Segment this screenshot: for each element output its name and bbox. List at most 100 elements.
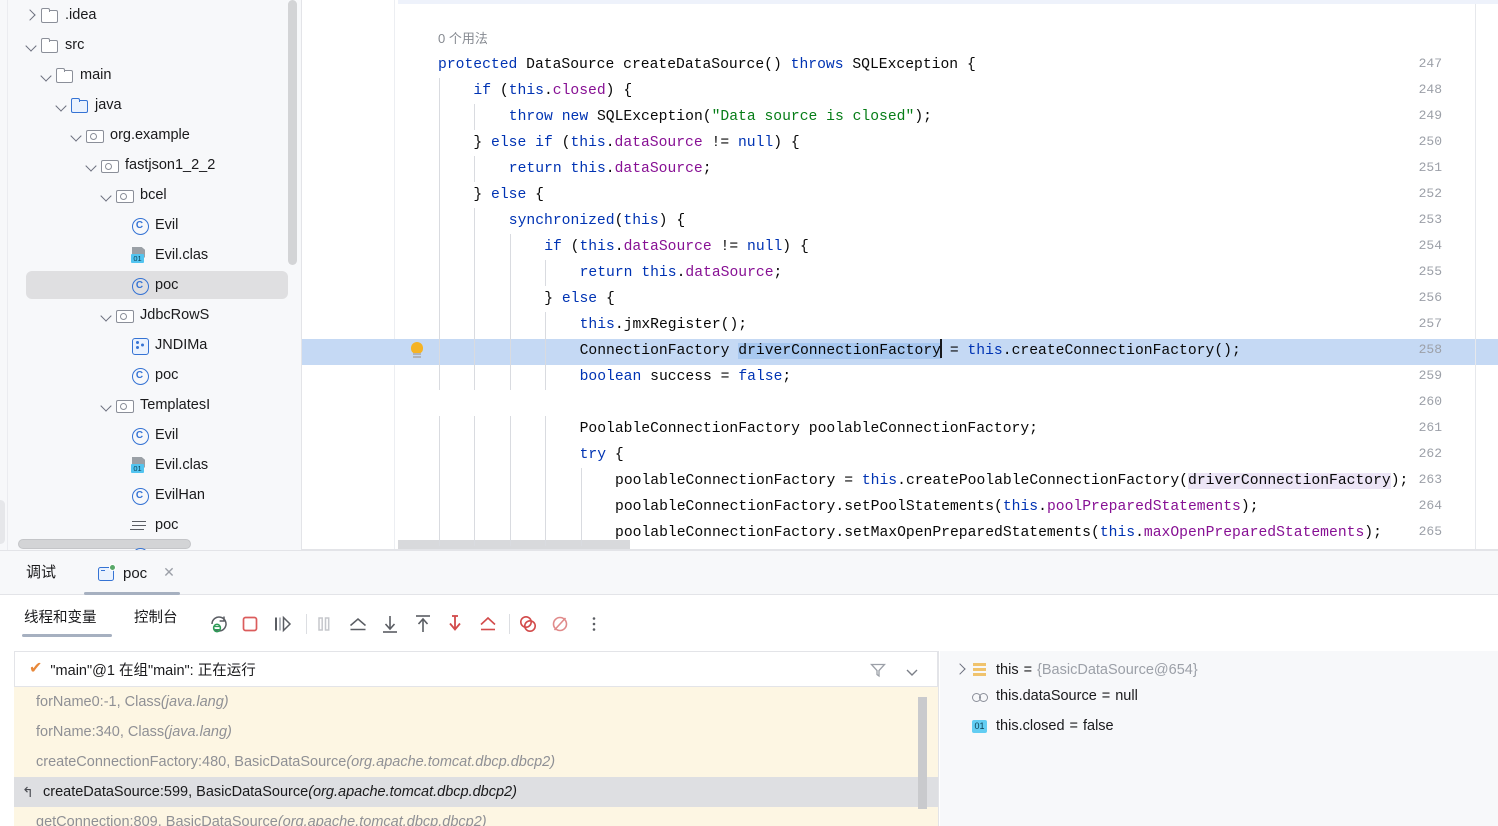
stop-button[interactable] bbox=[239, 613, 261, 635]
boolean-icon bbox=[970, 717, 990, 735]
tree-item-label: EvilHan bbox=[155, 487, 205, 503]
chevron-right-icon[interactable] bbox=[950, 660, 970, 680]
tree-item-jndima[interactable]: JNDIMa bbox=[8, 330, 294, 360]
usage-hint[interactable]: 0 个用法 bbox=[398, 26, 488, 52]
chevron-down-icon[interactable] bbox=[98, 307, 115, 324]
project-tree-list[interactable]: .idea src main java org.example fastjson1_2_2… bbox=[8, 0, 294, 550]
tree-item-label: main bbox=[80, 67, 112, 83]
frames-variables-divider[interactable] bbox=[938, 651, 939, 826]
rerun-debug-button[interactable] bbox=[208, 613, 230, 635]
code-line-251[interactable]: return this.dataSource; bbox=[398, 156, 712, 182]
resume-program-button[interactable] bbox=[271, 613, 293, 635]
chevron-down-icon[interactable] bbox=[68, 127, 85, 144]
show-execution-point-button[interactable] bbox=[347, 613, 369, 635]
tree-item-src[interactable]: src bbox=[8, 30, 294, 60]
code-line-258[interactable]: ConnectionFactory driverConnectionFactor… bbox=[398, 338, 1241, 364]
chevron-down-icon[interactable] bbox=[905, 664, 919, 676]
code-line-252[interactable]: } else { bbox=[398, 182, 544, 208]
tree-item-main[interactable]: main bbox=[8, 60, 294, 90]
filter-icon[interactable] bbox=[869, 661, 887, 679]
folder-icon bbox=[55, 67, 74, 84]
call-stack-frames-list[interactable]: forName0:-1, Class (java.lang) forName:34… bbox=[14, 687, 938, 826]
editor-gutter[interactable] bbox=[302, 0, 398, 550]
code-line-250[interactable]: } else if (this.dataSource != null) { bbox=[398, 130, 799, 156]
stack-frame-row[interactable]: getConnection:809, BasicDataSource (org.… bbox=[14, 807, 938, 826]
force-step-into-button[interactable] bbox=[444, 613, 466, 635]
tree-item-fastjson1-2-2[interactable]: fastjson1_2_2 bbox=[8, 150, 294, 180]
tree-item--idea[interactable]: .idea bbox=[8, 0, 294, 30]
tree-item-poc[interactable]: poc bbox=[8, 270, 294, 300]
stack-frame-package: (org.apache.tomcat.dbcp.dbcp2) bbox=[346, 754, 556, 770]
step-over-button[interactable] bbox=[379, 613, 401, 635]
code-line-247[interactable]: protected DataSource createDataSource() … bbox=[398, 52, 976, 78]
view-breakpoints-button[interactable] bbox=[549, 613, 571, 635]
tree-item-label: bcel bbox=[140, 187, 167, 203]
tool-window-resize-handle[interactable] bbox=[0, 500, 5, 544]
code-line-255[interactable]: return this.dataSource; bbox=[398, 260, 783, 286]
close-icon[interactable]: ✕ bbox=[162, 565, 176, 579]
code-line-256[interactable]: } else { bbox=[398, 286, 615, 312]
pause-program-button[interactable] bbox=[313, 613, 335, 635]
chevron-down-icon[interactable] bbox=[53, 97, 70, 114]
code-line-259[interactable]: boolean success = false; bbox=[398, 364, 792, 390]
indent-guide bbox=[580, 468, 582, 494]
tree-item-evil[interactable]: Evil bbox=[8, 210, 294, 240]
right-margin-line bbox=[1475, 4, 1476, 550]
tree-item-java[interactable]: java bbox=[8, 90, 294, 120]
code-text-area[interactable]: 0 个用法 protected DataSource createDataSour… bbox=[398, 0, 1498, 550]
tree-item-poc[interactable]: poc bbox=[8, 360, 294, 390]
code-line-262[interactable]: try { bbox=[398, 442, 624, 468]
chevron-down-icon[interactable] bbox=[83, 157, 100, 174]
code-line-254[interactable]: if (this.dataSource != null) { bbox=[398, 234, 809, 260]
chevron-down-icon[interactable] bbox=[98, 187, 115, 204]
variable-row[interactable]: this.closed=false bbox=[940, 711, 1498, 741]
chevron-right-icon[interactable] bbox=[23, 7, 40, 24]
tab-threads-and-variables[interactable]: 线程和变量 bbox=[24, 606, 97, 627]
tab-poc[interactable]: poc bbox=[84, 551, 161, 595]
code-editor[interactable]: 2462472482492502512522532542552562572582… bbox=[302, 0, 1498, 550]
tree-item-label: JNDIMa bbox=[155, 337, 208, 353]
code-line-257[interactable]: this.jmxRegister(); bbox=[398, 312, 748, 338]
project-tree-panel[interactable]: .idea src main java org.example fastjson1_2_2… bbox=[0, 0, 302, 550]
step-out-button[interactable] bbox=[477, 613, 499, 635]
variable-equals: = bbox=[1023, 662, 1033, 678]
tree-item-evil-clas[interactable]: Evil.clas bbox=[8, 450, 294, 480]
chevron-down-icon[interactable] bbox=[23, 37, 40, 54]
more-vertical-icon[interactable] bbox=[583, 613, 605, 635]
variable-row[interactable]: this.dataSource = null bbox=[940, 681, 1498, 711]
tree-item-evil-clas[interactable]: Evil.clas bbox=[8, 240, 294, 270]
variable-row[interactable]: this = {BasicDataSource@654} bbox=[940, 651, 1498, 681]
chevron-down-icon[interactable] bbox=[98, 397, 115, 414]
tab-console[interactable]: 控制台 bbox=[134, 606, 178, 627]
thread-selector[interactable]: ✔ "main"@1 在组"main": 正在运行 bbox=[14, 651, 938, 687]
code-line-263[interactable]: poolableConnectionFactory = this.createP… bbox=[398, 468, 1408, 494]
code-line-248[interactable]: if (this.closed) { bbox=[398, 78, 632, 104]
tree-item-evilhan[interactable]: EvilHan bbox=[8, 480, 294, 510]
tree-item-templatesi[interactable]: TemplatesI bbox=[8, 390, 294, 420]
step-into-button[interactable] bbox=[412, 613, 434, 635]
stack-frame-row[interactable]: forName0:-1, Class (java.lang) bbox=[14, 687, 938, 717]
project-tree-vertical-scrollbar[interactable] bbox=[288, 0, 297, 265]
code-line-264[interactable]: poolableConnectionFactory.setPoolStateme… bbox=[398, 494, 1259, 520]
code-line-253[interactable]: synchronized(this) { bbox=[398, 208, 685, 234]
code-line-249[interactable]: throw new SQLException("Data source is c… bbox=[398, 104, 932, 130]
frames-vertical-scrollbar[interactable] bbox=[918, 697, 927, 809]
code-line-260[interactable] bbox=[398, 390, 438, 416]
stack-frame-row[interactable]: ↰ createDataSource:599, BasicDataSource (… bbox=[14, 777, 938, 807]
tree-item-bcel[interactable]: bcel bbox=[8, 180, 294, 210]
indent-guide bbox=[509, 312, 511, 338]
folder-icon bbox=[40, 7, 59, 24]
stack-frame-row[interactable]: forName:340, Class (java.lang) bbox=[14, 717, 938, 747]
tree-item-label: poc bbox=[155, 517, 179, 533]
mute-breakpoints-button[interactable] bbox=[517, 613, 539, 635]
package-icon bbox=[115, 397, 134, 414]
tree-item-evil[interactable]: Evil bbox=[8, 420, 294, 450]
tree-item-org-example[interactable]: org.example bbox=[8, 120, 294, 150]
stack-frame-row[interactable]: createConnectionFactory:480, BasicDataSo… bbox=[14, 747, 938, 777]
variables-panel[interactable]: this = {BasicDataSource@654} this.dataSourc… bbox=[940, 651, 1498, 826]
chevron-down-icon[interactable] bbox=[38, 67, 55, 84]
code-line-261[interactable]: PoolableConnectionFactory poolableConnec… bbox=[398, 416, 1038, 442]
tree-item-poc[interactable]: poc bbox=[8, 510, 294, 540]
tree-item-jdbcrows[interactable]: JdbcRowS bbox=[8, 300, 294, 330]
